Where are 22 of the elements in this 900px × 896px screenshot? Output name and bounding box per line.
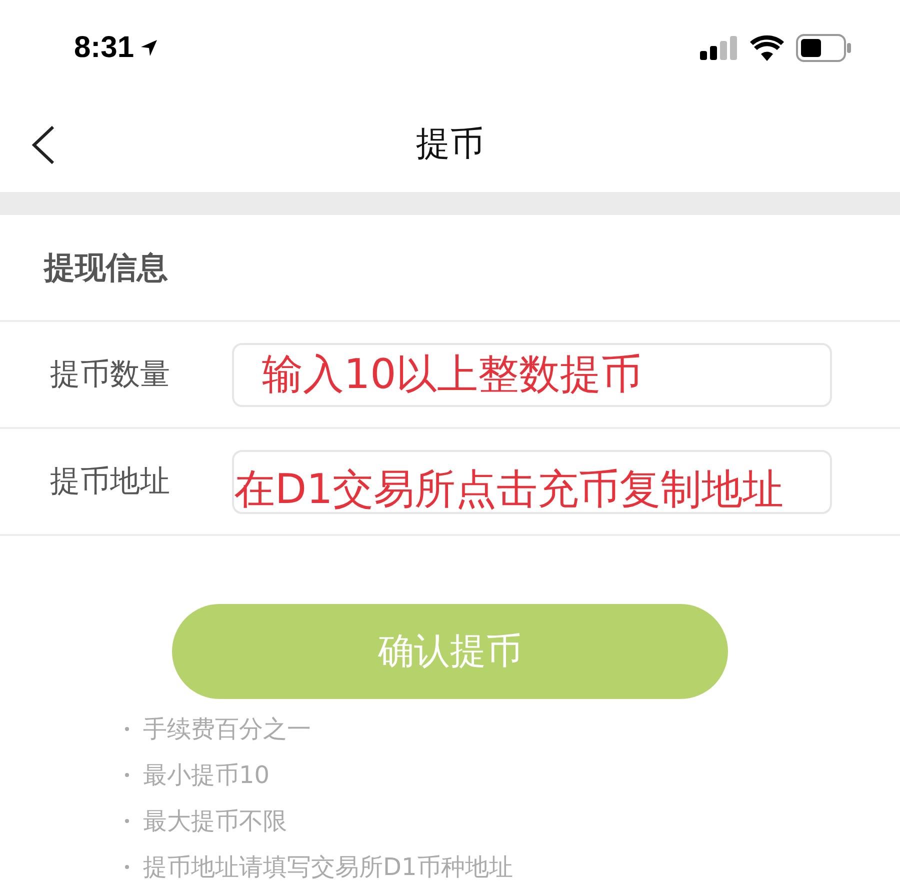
section-title: 提现信息 xyxy=(44,248,168,288)
input-field[interactable]: 输入10以上整数提币 xyxy=(232,342,832,406)
bullet-icon xyxy=(125,773,129,777)
bullet-icon xyxy=(125,819,129,823)
page-title: 提币 xyxy=(416,122,484,166)
location-icon xyxy=(140,38,158,56)
input-field[interactable]: 在D1交易所点击充币复制地址 xyxy=(232,450,832,514)
wifi-icon xyxy=(750,34,784,60)
status-time: 8:31 xyxy=(74,30,134,64)
note-text: 提币地址请填写交易所D1币种地址 xyxy=(143,852,513,883)
note-text: 最大提币不限 xyxy=(143,806,287,837)
note-text: 手续费百分之一 xyxy=(143,714,311,745)
annotation-text: 在D1交易所点击充币复制地址 xyxy=(234,464,784,514)
bullet-icon xyxy=(125,727,129,731)
bullet-icon xyxy=(125,865,129,869)
note-text: 最小提币10 xyxy=(143,760,270,791)
battery-icon xyxy=(796,34,852,62)
signal-icon xyxy=(700,36,738,60)
field-label: 提币地址 xyxy=(50,463,171,501)
back-icon[interactable] xyxy=(30,125,56,165)
annotation-text: 输入10以上整数提币 xyxy=(262,348,642,400)
field-label: 提币数量 xyxy=(50,356,171,394)
